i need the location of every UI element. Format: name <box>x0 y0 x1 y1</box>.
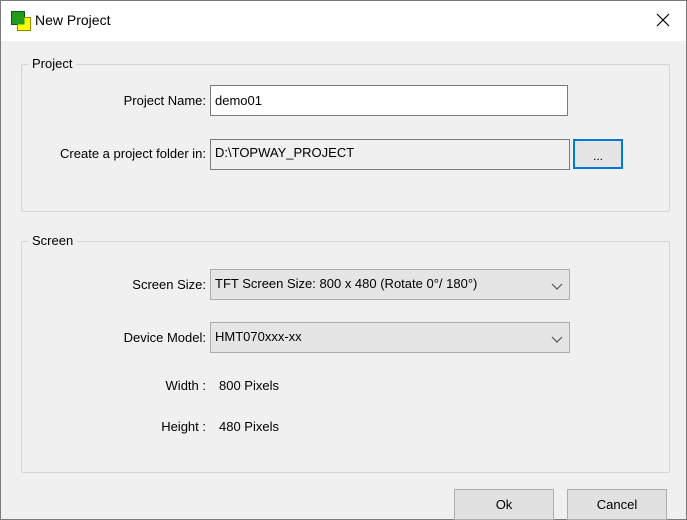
device-model-value: HMT070xxx-xx <box>215 329 302 344</box>
screen-size-value: TFT Screen Size: 800 x 480 (Rotate 0°/ 1… <box>215 276 478 291</box>
width-value: 800 Pixels <box>219 378 279 393</box>
cancel-button[interactable]: Cancel <box>567 489 667 520</box>
project-folder-field[interactable]: D:\TOPWAY_PROJECT <box>210 139 570 170</box>
project-group-legend: Project <box>28 56 77 71</box>
width-label: Width : <box>165 378 206 393</box>
close-icon <box>656 13 670 30</box>
screen-group-legend: Screen <box>28 233 78 248</box>
browse-folder-button[interactable]: ... <box>573 139 623 169</box>
project-name-label: Project Name: <box>123 93 206 108</box>
height-label: Height : <box>161 419 206 434</box>
device-model-label: Device Model: <box>123 330 206 345</box>
ok-button[interactable]: Ok <box>454 489 554 520</box>
chevron-down-icon <box>551 279 563 290</box>
device-model-select[interactable]: HMT070xxx-xx <box>210 322 570 353</box>
close-button[interactable] <box>640 1 686 41</box>
window-title: New Project <box>35 12 111 28</box>
project-folder-label: Create a project folder in: <box>60 146 206 161</box>
height-value: 480 Pixels <box>219 419 279 434</box>
new-project-dialog: New Project Project Project Name: Create… <box>0 0 687 520</box>
app-icon <box>11 11 31 31</box>
chevron-down-icon <box>551 332 563 343</box>
screen-size-select[interactable]: TFT Screen Size: 800 x 480 (Rotate 0°/ 1… <box>210 269 570 300</box>
title-bar: New Project <box>1 1 686 41</box>
screen-size-label: Screen Size: <box>132 277 206 292</box>
project-name-input[interactable] <box>210 85 568 116</box>
